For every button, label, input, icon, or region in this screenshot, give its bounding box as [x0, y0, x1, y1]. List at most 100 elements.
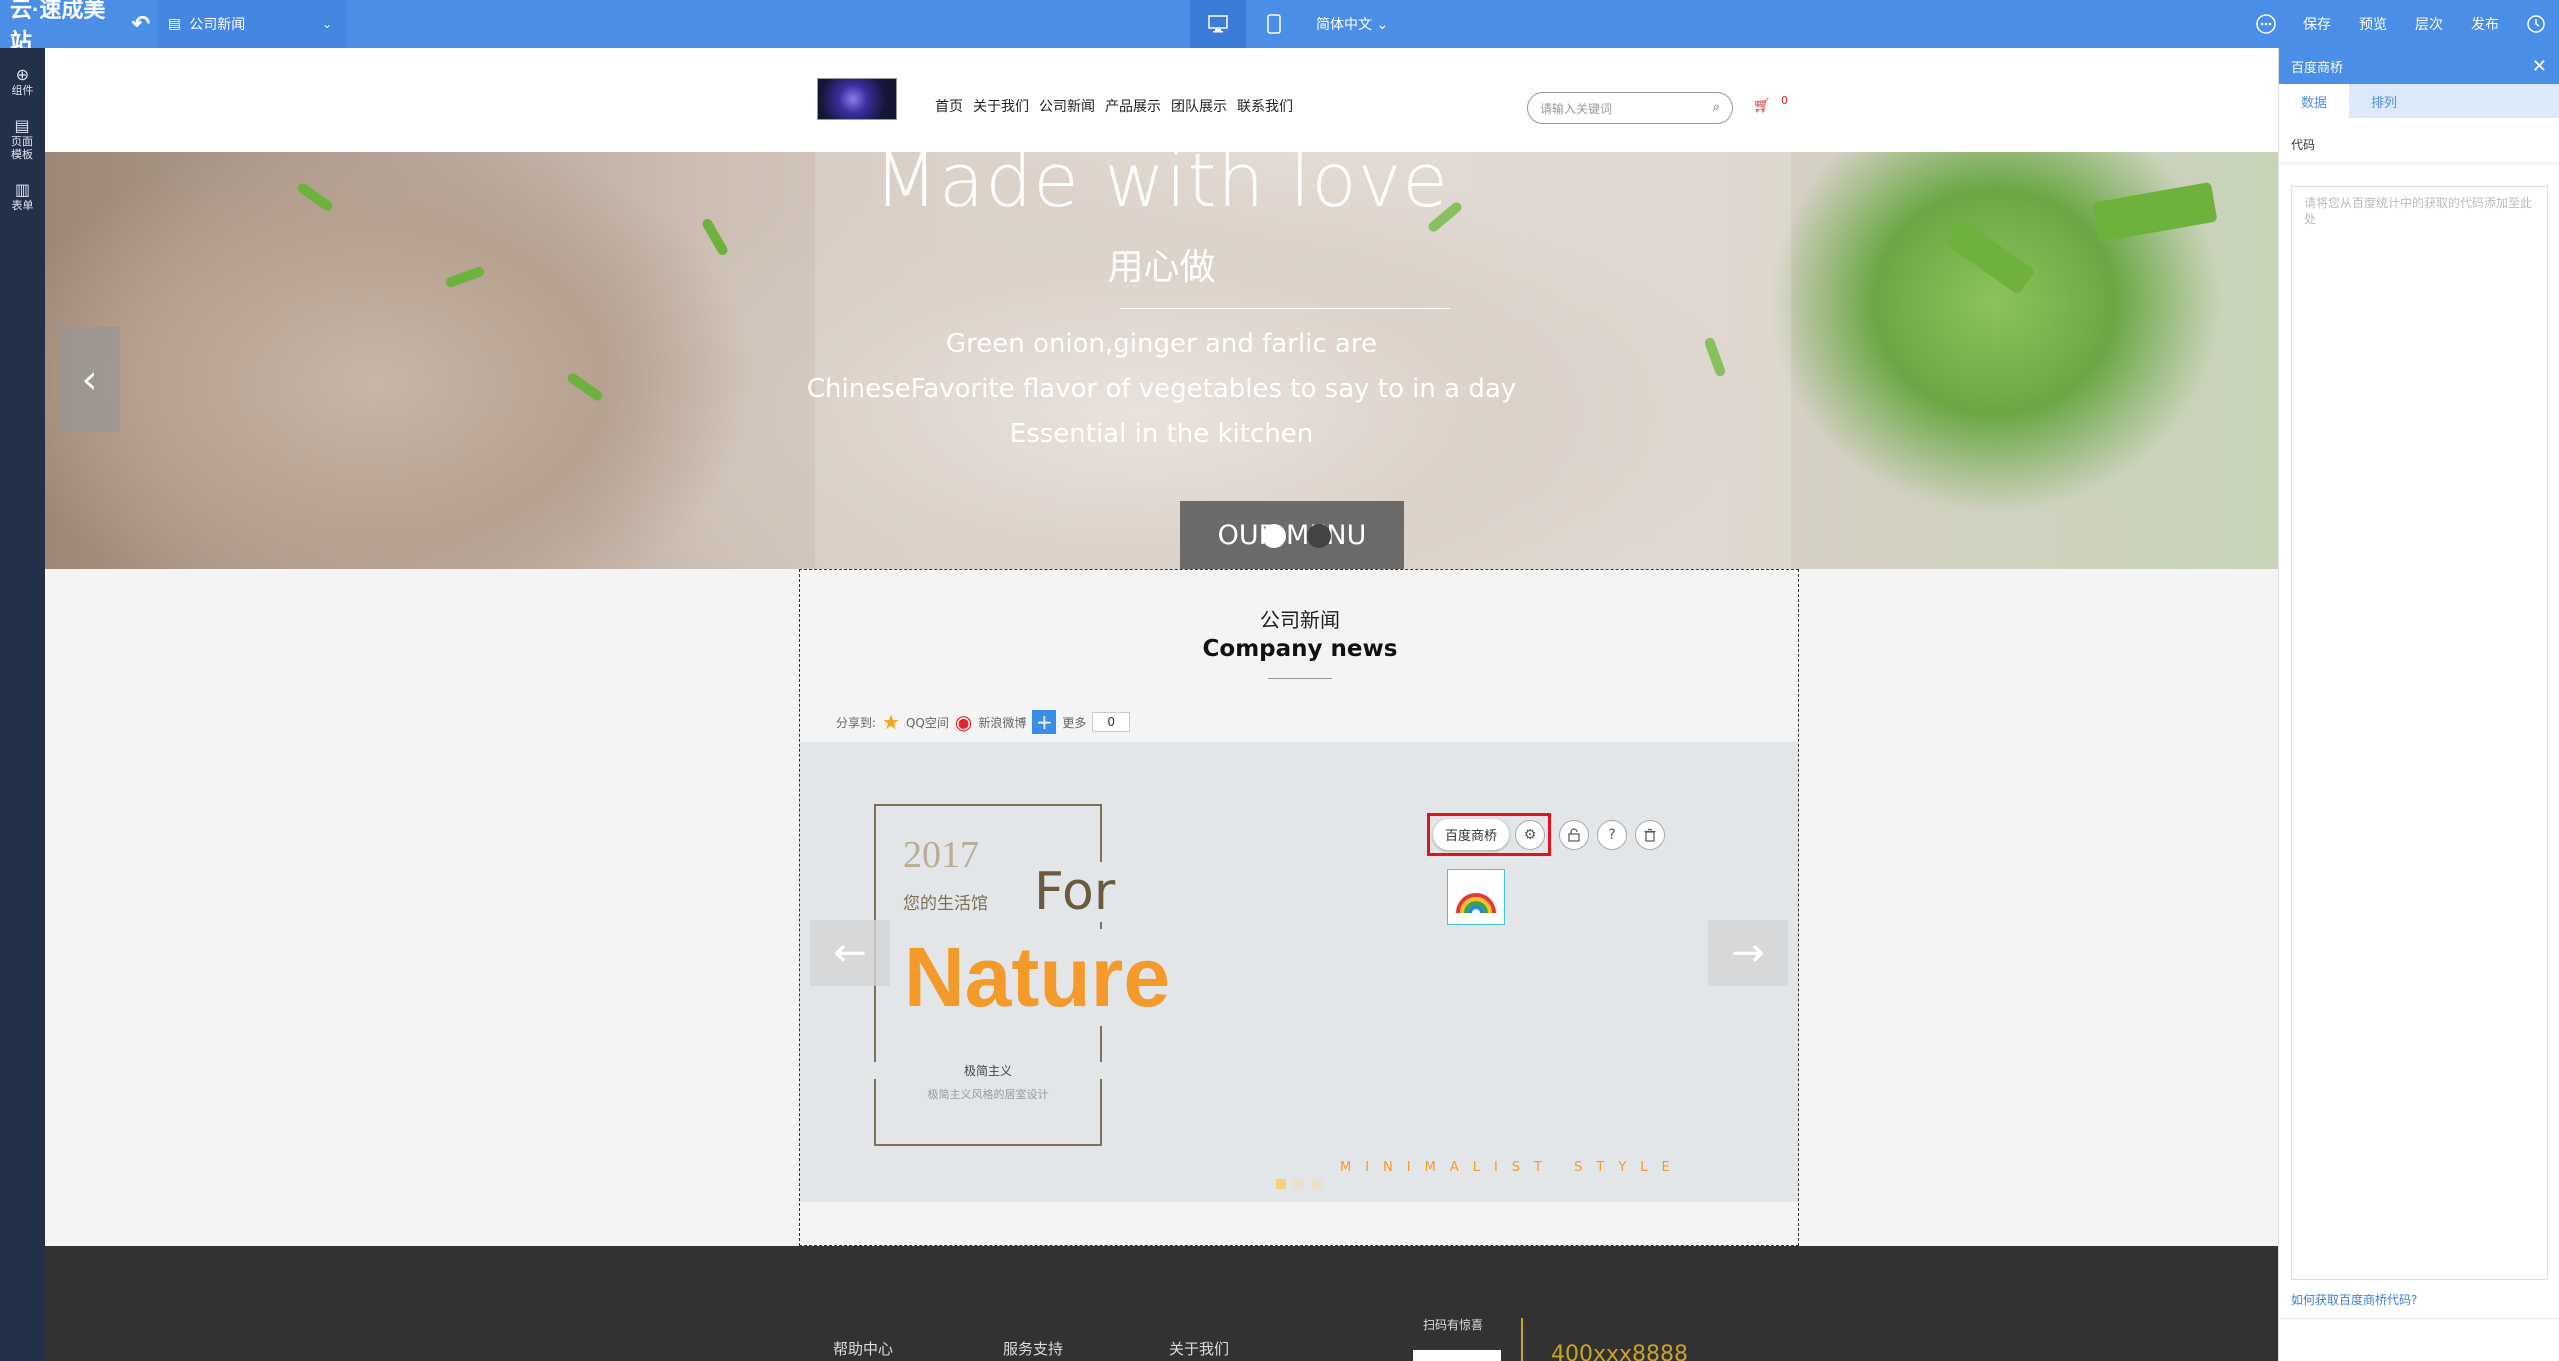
news-slider[interactable]: 2017 您的生活馆 For Nature 极简主义 极简主义风格的居室设计 M…	[800, 742, 1798, 1202]
hero-desc-line: ChineseFavorite flavor of vegetables to …	[806, 374, 1517, 404]
more-icon	[2256, 14, 2276, 34]
sidebar-item-forms[interactable]: ▥ 表单	[0, 171, 45, 222]
slider-dot[interactable]	[1312, 1179, 1322, 1189]
trash-icon	[1644, 828, 1656, 842]
sidebar-item-components[interactable]: ⊕ 组件	[0, 56, 45, 107]
page-select-value: 公司新闻	[189, 17, 246, 33]
widget-label[interactable]: 百度商桥	[1433, 819, 1510, 850]
publish-button[interactable]: 发布	[2457, 14, 2513, 34]
tab-arrange[interactable]: 排列	[2349, 84, 2419, 118]
footer-qr-title: 扫码有惊喜	[1423, 1318, 1484, 1332]
page-select-dropdown[interactable]: ▤ 公司新闻 ⌄	[158, 0, 346, 48]
save-button[interactable]: 保存	[2289, 14, 2345, 34]
widget-settings-button[interactable]: ⚙	[1515, 819, 1546, 850]
widget-toolbar: 百度商桥 ⚙ ?	[1427, 813, 1666, 856]
search-icon[interactable]: ⌕	[1713, 100, 1720, 115]
our-menu-button[interactable]: OUR MENU	[1180, 501, 1404, 569]
tab-data[interactable]: 数据	[2279, 84, 2349, 118]
help-icon: ?	[1608, 826, 1616, 843]
widget-delete-button[interactable]	[1635, 819, 1666, 850]
left-sidebar: ⊕ 组件 ▤ 页面模板 ▥ 表单	[0, 48, 45, 1361]
site-footer: 帮助中心 服务支持 关于我们 扫码有惊喜 400xxx8888	[45, 1246, 2278, 1361]
form-icon: ▥	[14, 180, 31, 199]
undo-icon[interactable]: ↶	[132, 11, 150, 37]
baidu-bridge-widget[interactable]	[1447, 869, 1505, 925]
section-title-cn: 公司新闻	[1260, 608, 1340, 632]
mobile-icon	[1267, 14, 1281, 34]
slide-tagline: MINIMALIST STYLE	[1340, 1160, 1684, 1175]
slider-dot[interactable]	[1294, 1179, 1304, 1189]
mobile-view-button[interactable]	[1246, 0, 1302, 48]
cart-icon[interactable]: 🛒︎	[1753, 98, 1771, 114]
language-select[interactable]: 简体中文 ⌄	[1316, 14, 1388, 34]
hero-prev-arrow[interactable]: ‹	[59, 327, 120, 432]
chevron-down-icon: ⌄	[321, 17, 332, 31]
arrow-right-icon: →	[1731, 930, 1765, 976]
footer-divider	[1521, 1318, 1523, 1361]
chevron-down-icon: ⌄	[1376, 17, 1389, 33]
history-button[interactable]	[2513, 0, 2559, 48]
hero-desc-line: Green onion,ginger and farlic are	[946, 329, 1377, 359]
share-label: 分享到:	[836, 715, 877, 730]
slide-sublabel: 极简主义风格的居室设计	[927, 1088, 1049, 1101]
layers-button[interactable]: 层次	[2401, 14, 2457, 34]
top-toolbar: 云·速成美站 ↶ ▤ 公司新闻 ⌄ 简体中文 ⌄ 保存 预览 层次 发布	[0, 0, 2559, 54]
share-weibo[interactable]: 新浪微博	[978, 714, 1026, 731]
nav-item-news[interactable]: 公司新闻	[1039, 96, 1095, 116]
qzone-icon[interactable]: ★	[882, 710, 900, 734]
slide-dot-active[interactable]	[1262, 524, 1286, 548]
properties-panel: 百度商桥 ✕ 数据 排列 代码 请将您从百度统计中的获取的代码添加至此处 如何获…	[2278, 48, 2559, 1361]
code-label: 代码	[2279, 118, 2559, 164]
site-search-input[interactable]: 请输入关键词 ⌕	[1527, 92, 1733, 124]
arrow-left-icon: ←	[833, 930, 867, 976]
section-divider	[1268, 678, 1332, 679]
share-more-icon[interactable]: +	[1032, 710, 1057, 734]
right-actions: 保存 预览 层次 发布	[2243, 0, 2559, 48]
footer-link-about[interactable]: 关于我们	[1169, 1338, 1229, 1359]
share-bar: 分享到: ★ QQ空间 ◉ 新浪微博 + 更多 0	[836, 710, 1131, 734]
language-value: 简体中文	[1316, 17, 1372, 33]
sidebar-item-page-templates[interactable]: ▤ 页面模板	[8, 107, 36, 171]
lock-icon	[1568, 827, 1580, 842]
nav-item-contact[interactable]: 联系我们	[1237, 96, 1293, 116]
qr-code-icon	[1413, 1350, 1501, 1361]
desktop-view-button[interactable]	[1190, 0, 1246, 48]
weibo-icon[interactable]: ◉	[955, 710, 972, 734]
site-logo[interactable]	[817, 78, 897, 120]
desktop-icon	[1208, 15, 1228, 33]
widget-help-button[interactable]: ?	[1597, 819, 1628, 850]
preview-button[interactable]: 预览	[2345, 14, 2401, 34]
help-link[interactable]: 如何获取百度商桥代码?	[2291, 1291, 2417, 1308]
site-nav: 首页 关于我们 公司新闻 产品展示 团队展示 联系我们	[935, 96, 1293, 116]
share-qzone[interactable]: QQ空间	[906, 714, 949, 731]
document-icon: ▤	[14, 116, 30, 135]
nav-item-home[interactable]: 首页	[935, 96, 963, 116]
hero-desc-line: Essential in the kitchen	[1009, 419, 1314, 449]
slider-prev-arrow[interactable]: ←	[810, 920, 890, 986]
slider-dots	[1276, 1179, 1322, 1189]
nav-item-about[interactable]: 关于我们	[973, 96, 1029, 116]
panel-title: 百度商桥	[2291, 60, 2344, 76]
hero-divider	[1120, 308, 1450, 309]
editor-canvas[interactable]: 首页 关于我们 公司新闻 产品展示 团队展示 联系我们 请输入关键词 ⌕ 🛒︎ …	[45, 48, 2278, 1361]
chevron-left-icon: ‹	[81, 356, 98, 403]
code-textarea[interactable]: 请将您从百度统计中的获取的代码添加至此处	[2291, 186, 2548, 1280]
footer-link-support[interactable]: 服务支持	[1003, 1338, 1063, 1359]
slide-dot[interactable]	[1307, 524, 1331, 548]
gear-icon: ⚙	[1523, 826, 1537, 843]
slide-nature: Nature	[900, 929, 1175, 1026]
panel-header: 百度商桥 ✕	[2279, 48, 2559, 84]
widget-lock-button[interactable]	[1559, 819, 1590, 850]
slider-next-arrow[interactable]: →	[1708, 920, 1788, 986]
footer-link-help[interactable]: 帮助中心	[833, 1338, 893, 1359]
news-section[interactable]: 公司新闻 Company news 分享到: ★ QQ空间 ◉ 新浪微博 + 更…	[799, 569, 1799, 1246]
more-button[interactable]	[2243, 0, 2289, 48]
nav-item-products[interactable]: 产品展示	[1105, 96, 1161, 116]
slider-dot-active[interactable]	[1276, 1179, 1286, 1189]
close-icon[interactable]: ✕	[2532, 56, 2547, 77]
rainbow-icon	[1456, 893, 1496, 914]
nav-item-team[interactable]: 团队展示	[1171, 96, 1227, 116]
sidebar-item-label: 表单	[11, 199, 34, 212]
share-more[interactable]: 更多	[1062, 714, 1086, 731]
hero-banner[interactable]: Made with love 用心做 Green onion,ginger an…	[45, 152, 2278, 569]
